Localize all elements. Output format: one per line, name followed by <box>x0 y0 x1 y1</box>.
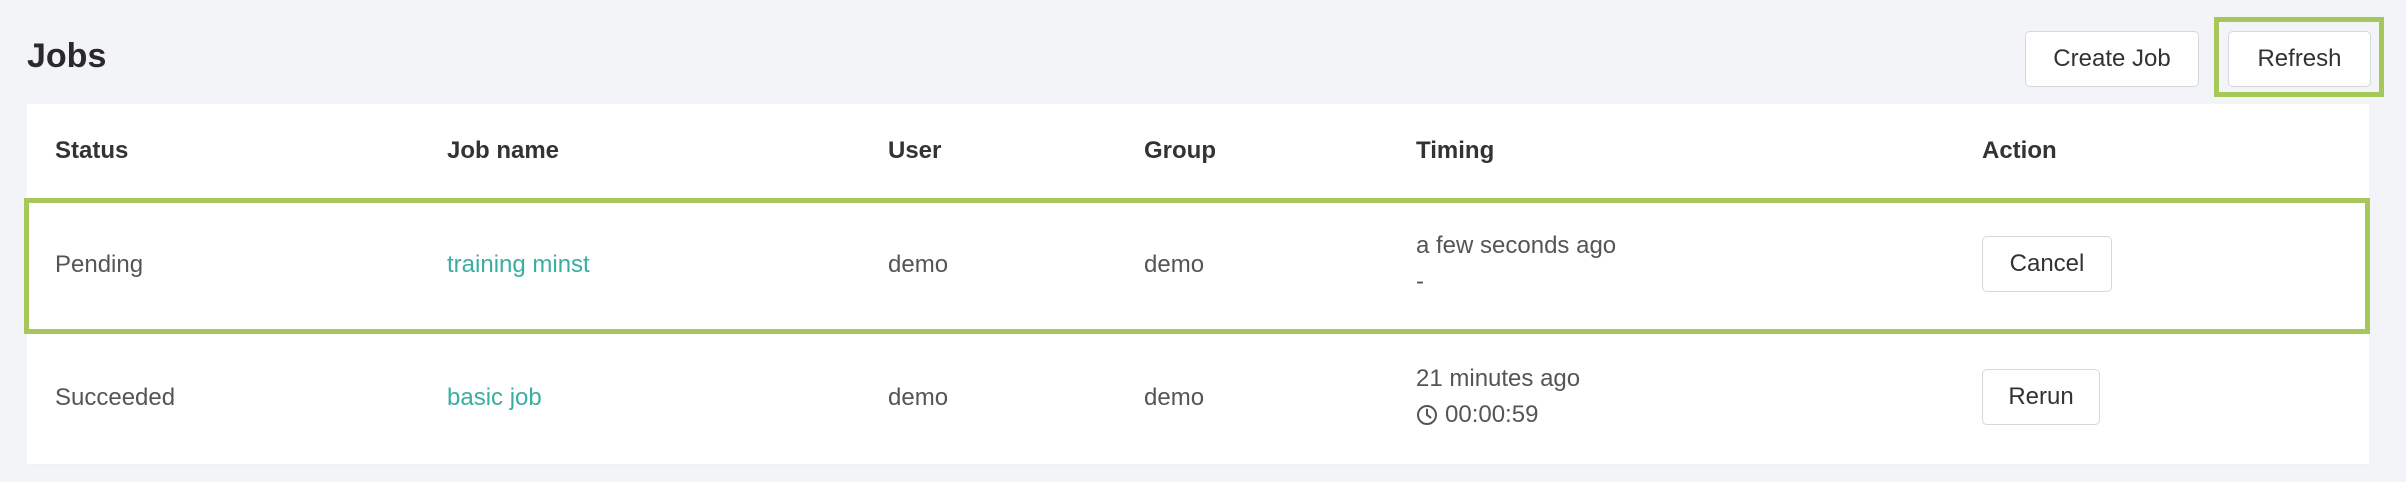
job-group: demo <box>1144 384 1205 411</box>
timing-started: 21 minutes ago <box>1416 365 1581 392</box>
column-header-job-name[interactable]: Job name <box>447 136 559 166</box>
timing-started: a few seconds ago <box>1416 232 1617 259</box>
job-user: demo <box>888 251 949 278</box>
column-header-timing[interactable]: Timing <box>1416 136 1494 166</box>
job-status: Succeeded <box>55 384 176 411</box>
column-header-group[interactable]: Group <box>1144 136 1216 166</box>
refresh-button[interactable]: Refresh <box>2228 31 2371 87</box>
job-group: demo <box>1144 251 1205 278</box>
job-status: Pending <box>55 251 144 278</box>
job-user: demo <box>888 384 949 411</box>
job-timing: 21 minutes ago 00:00:59 <box>1416 361 1580 433</box>
timing-duration-line: 00:00:59 <box>1416 397 1580 433</box>
timing-duration: - <box>1416 268 1424 295</box>
table-row: Pending training minst demo demo a few s… <box>27 200 2369 333</box>
cancel-job-button[interactable]: Cancel <box>1982 236 2112 292</box>
table-row: Succeeded basic job demo demo 21 minutes… <box>27 333 2369 466</box>
jobs-table: Status Job name User Group Timing Action… <box>27 104 2369 466</box>
column-header-action: Action <box>1982 137 2057 164</box>
job-name-link[interactable]: basic job <box>447 383 542 413</box>
column-header-user[interactable]: User <box>888 136 941 166</box>
table-header: Status Job name User Group Timing Action <box>27 104 2369 200</box>
jobs-page: Jobs Create Job Refresh Status Job name … <box>0 0 2406 482</box>
clock-icon <box>1417 405 1437 425</box>
page-header: Jobs Create Job Refresh <box>0 0 2406 104</box>
job-name-link[interactable]: training minst <box>447 250 590 280</box>
timing-duration: 00:00:59 <box>1445 401 1539 428</box>
create-job-button[interactable]: Create Job <box>2025 31 2199 87</box>
rerun-job-button[interactable]: Rerun <box>1982 369 2100 425</box>
column-header-status[interactable]: Status <box>55 136 128 166</box>
job-timing: a few seconds ago - <box>1416 228 1616 300</box>
page-title: Jobs <box>27 37 107 75</box>
